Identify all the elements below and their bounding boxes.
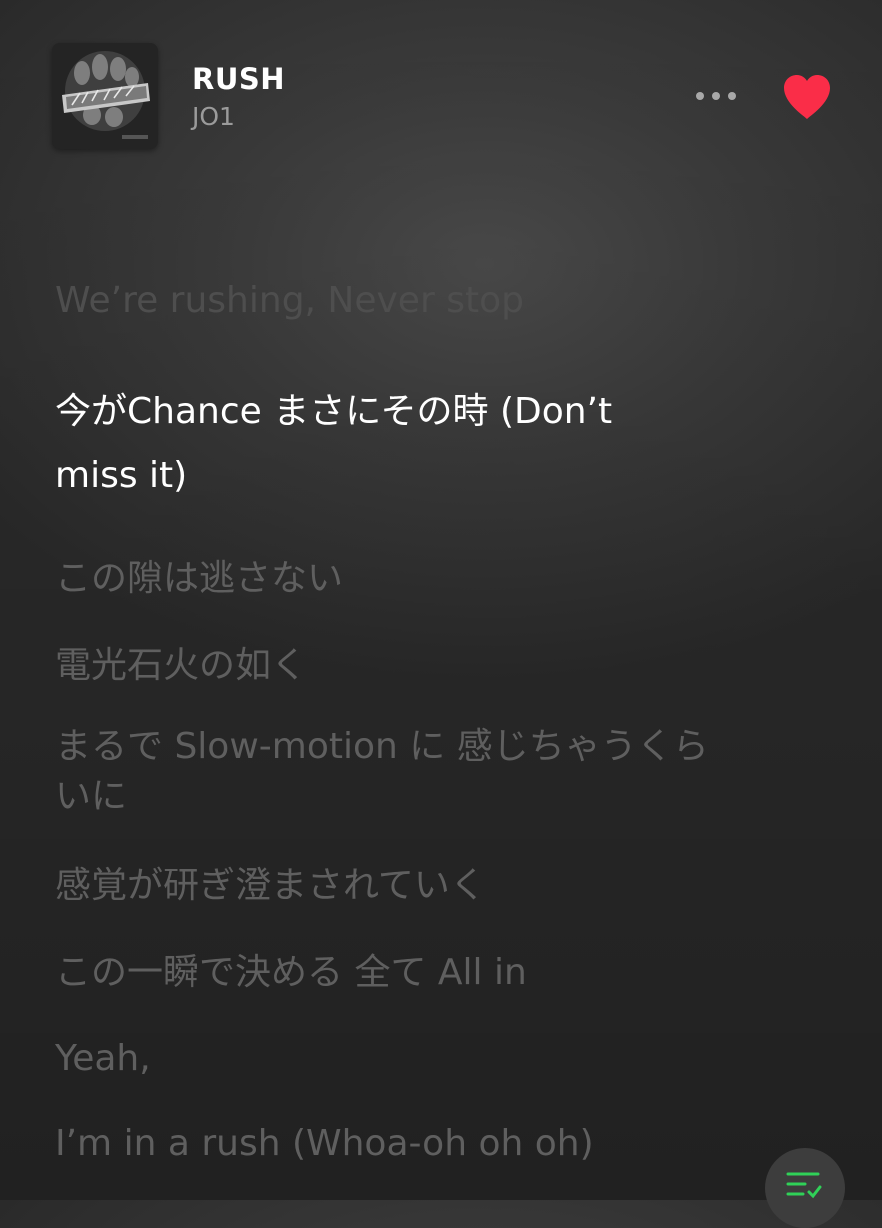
- more-options-button[interactable]: [690, 80, 742, 112]
- track-artist[interactable]: JO1: [192, 102, 235, 131]
- lyric-line-current[interactable]: 今がChance まさにその時 (Don’t miss it): [55, 380, 695, 508]
- lyric-line[interactable]: 電光石火の如く: [55, 636, 735, 696]
- lyric-line[interactable]: Yeah,: [55, 1029, 735, 1089]
- album-artwork-image: [52, 43, 158, 149]
- more-horizontal-icon-dot: [728, 92, 736, 100]
- album-artwork[interactable]: [52, 43, 158, 149]
- queue-button[interactable]: [765, 1148, 845, 1228]
- now-playing-header: RUSH JO1: [0, 0, 882, 170]
- more-horizontal-icon-dot: [712, 92, 720, 100]
- lyric-line[interactable]: 感覚が研ぎ澄まされていく: [55, 856, 735, 916]
- lyric-line[interactable]: この一瞬で決める 全て All in: [55, 943, 735, 1003]
- lyric-line-past[interactable]: We’re rushing, Never stop: [55, 271, 735, 331]
- like-button[interactable]: [780, 72, 834, 122]
- lyric-line[interactable]: I’m in a rush (Whoa-oh oh oh): [55, 1114, 735, 1174]
- heart-icon: [784, 75, 830, 119]
- lyric-line[interactable]: この隙は逃さない: [55, 549, 735, 609]
- lyric-line[interactable]: まるで Slow-motion に 感じちゃうくらいに: [55, 722, 725, 822]
- track-title: RUSH: [192, 62, 286, 96]
- more-horizontal-icon-dot: [696, 92, 704, 100]
- queue-list-icon: [786, 1172, 822, 1199]
